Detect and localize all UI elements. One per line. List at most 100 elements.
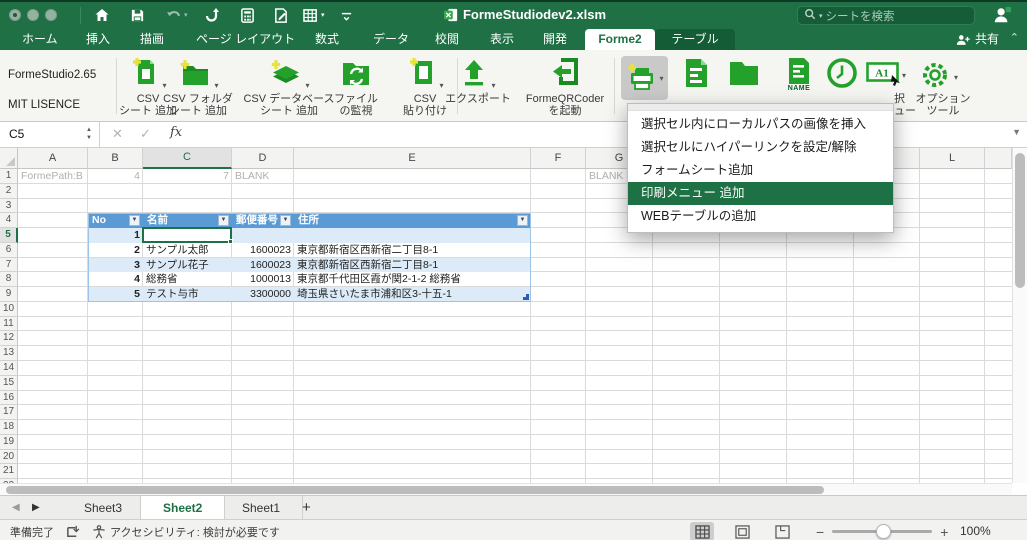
save-icon[interactable] <box>130 6 145 24</box>
select-all-corner[interactable] <box>0 148 18 169</box>
formeqrcoder-launch-button[interactable]: FormeQRCoderを起動 <box>520 54 610 117</box>
add-sheet-button[interactable]: + <box>302 496 311 520</box>
ribbon-tab-表示[interactable]: 表示 <box>480 29 524 50</box>
horizontal-scrollbar-thumb[interactable] <box>6 486 824 494</box>
row-header-1[interactable]: 1 <box>0 169 18 184</box>
calculator-icon[interactable] <box>240 6 255 24</box>
search-input[interactable]: ▾ シートを検索 <box>797 6 975 25</box>
ribbon-tab-ホーム[interactable]: ホーム <box>12 29 68 50</box>
prev-sheet-icon[interactable]: ◀ <box>12 496 20 520</box>
zoom-window-button[interactable] <box>45 9 57 21</box>
table-cell-E9[interactable]: 埼玉県さいたま市浦和区3-十五-1 <box>294 287 531 302</box>
table-cell-B6[interactable]: 2 <box>88 243 143 258</box>
profile-icon[interactable] <box>992 6 1012 29</box>
vertical-scrollbar-thumb[interactable] <box>1015 153 1025 288</box>
row-header-4[interactable]: 4 <box>0 213 18 228</box>
ribbon-tab-テーブル[interactable]: テーブル <box>655 29 735 50</box>
column-header-E[interactable]: E <box>294 148 531 169</box>
row-header-12[interactable]: 12 <box>0 331 18 346</box>
filter-dropdown-icon[interactable]: ▼ <box>129 215 140 226</box>
ribbon-tab-データ[interactable]: データ <box>363 29 419 50</box>
table-cell-D8[interactable]: 1000013 <box>232 272 294 287</box>
undo-icon[interactable]: ▾ <box>166 6 188 24</box>
zoom-slider[interactable] <box>832 530 932 533</box>
cell-D1[interactable]: BLANK <box>232 169 294 184</box>
row-header-6[interactable]: 6 <box>0 243 18 258</box>
ribbon-tab-開発[interactable]: 開発 <box>533 29 577 50</box>
cell-C1[interactable]: 7 <box>143 169 232 184</box>
sheet-tab-Sheet1[interactable]: Sheet1 <box>220 496 303 520</box>
vertical-scrollbar[interactable] <box>1012 148 1027 483</box>
table-cell-D6[interactable]: 1600023 <box>232 243 294 258</box>
zoom-slider-knob[interactable] <box>876 524 891 539</box>
table-cell-B9[interactable]: 5 <box>88 287 143 302</box>
sheet-tab-Sheet2[interactable]: Sheet2 <box>140 496 225 520</box>
row-header-21[interactable]: 21 <box>0 464 18 479</box>
fill-handle[interactable] <box>228 239 233 244</box>
table-cell-E7[interactable]: 東京都新宿区西新宿二丁目8-1 <box>294 258 531 273</box>
row-header-13[interactable]: 13 <box>0 346 18 361</box>
column-header-C[interactable]: C <box>143 148 232 169</box>
filter-dropdown-icon[interactable]: ▼ <box>517 215 528 226</box>
redo-icon[interactable] <box>204 6 220 24</box>
macro-record-icon[interactable] <box>66 525 80 539</box>
filter-dropdown-icon[interactable]: ▼ <box>218 215 229 226</box>
table-cell-C6[interactable]: サンプル太郎 <box>143 243 232 258</box>
ribbon-tab-数式[interactable]: 数式 <box>305 29 349 50</box>
expand-formula-bar-icon[interactable]: ▼ <box>1012 127 1021 137</box>
column-header-F[interactable]: F <box>531 148 586 169</box>
csv-folder-sheet-add-button[interactable]: ▾ CSV フォルダシート 追加 <box>158 54 238 117</box>
name-sheet-button[interactable]: NAME <box>786 57 812 92</box>
close-window-button[interactable] <box>9 9 21 21</box>
table-cell-C9[interactable]: テスト与市 <box>143 287 232 302</box>
table-cell-B5[interactable]: 1 <box>88 228 143 243</box>
file-watch-button[interactable]: ファイルの監視 <box>330 54 382 117</box>
table-cell-D9[interactable]: 3300000 <box>232 287 294 302</box>
row-header-11[interactable]: 11 <box>0 317 18 332</box>
row-header-15[interactable]: 15 <box>0 376 18 391</box>
menu-item-3[interactable]: フォームシート追加 <box>628 159 893 182</box>
table-cell-E8[interactable]: 東京都千代田区霞が関2-1-2 総務省 <box>294 272 531 287</box>
row-header-14[interactable]: 14 <box>0 361 18 376</box>
row-header-19[interactable]: 19 <box>0 435 18 450</box>
table-cell-B7[interactable]: 3 <box>88 258 143 273</box>
column-header-L[interactable]: L <box>920 148 985 169</box>
ribbon-tab-挿入[interactable]: 挿入 <box>76 29 120 50</box>
row-header-16[interactable]: 16 <box>0 391 18 406</box>
menu-item-5[interactable]: WEBテーブルの追加 <box>628 205 893 228</box>
menu-item-4[interactable]: 印刷メニュー 追加 <box>628 182 893 205</box>
row-header-18[interactable]: 18 <box>0 420 18 435</box>
table-options-icon[interactable]: ▾ <box>303 6 325 24</box>
confirm-entry-icon[interactable]: ✓ <box>140 126 151 142</box>
column-header-partial[interactable] <box>985 148 1012 169</box>
table-resize-handle[interactable] <box>523 294 529 300</box>
menu-item-1[interactable]: 選択セル内にローカルパスの画像を挿入 <box>628 113 893 136</box>
accessibility-status[interactable]: アクセシビリティ: 検討が必要です <box>92 524 280 540</box>
table-cell-C7[interactable]: サンプル花子 <box>143 258 232 273</box>
table-cell-D7[interactable]: 1600023 <box>232 258 294 273</box>
row-header-20[interactable]: 20 <box>0 450 18 465</box>
normal-view-button[interactable] <box>690 522 714 540</box>
history-button[interactable] <box>826 57 858 92</box>
menu-item-2[interactable]: 選択セルにハイパーリンクを設定/解除 <box>628 136 893 159</box>
cancel-entry-icon[interactable]: ✕ <box>112 126 123 142</box>
row-header-8[interactable]: 8 <box>0 272 18 287</box>
collapse-ribbon-icon[interactable]: ⌃ <box>1010 29 1019 50</box>
print-menu-add-button[interactable]: ▾ <box>621 56 668 100</box>
search-scope-caret-icon[interactable]: ▾ <box>819 12 823 20</box>
folder-button[interactable] <box>727 57 761 90</box>
ribbon-tab-描画[interactable]: 描画 <box>130 29 174 50</box>
page-layout-view-button[interactable] <box>730 522 754 540</box>
cell-select-menu-button[interactable]: A1▾ <box>866 62 906 89</box>
csv-database-sheet-add-button[interactable]: ▾ CSV データベースシート 追加 <box>243 54 335 117</box>
minimize-window-button[interactable] <box>27 9 39 21</box>
qat-overflow-icon[interactable] <box>340 6 353 24</box>
namebox-stepper[interactable]: ▲▼ <box>84 126 94 142</box>
zoom-out-icon[interactable]: − <box>816 524 824 540</box>
zoom-in-icon[interactable]: + <box>940 524 948 540</box>
column-header-D[interactable]: D <box>232 148 294 169</box>
row-header-2[interactable]: 2 <box>0 184 18 199</box>
row-header-7[interactable]: 7 <box>0 258 18 273</box>
share-button[interactable]: 共有 <box>956 29 999 50</box>
selected-cell-C5[interactable] <box>142 227 232 243</box>
